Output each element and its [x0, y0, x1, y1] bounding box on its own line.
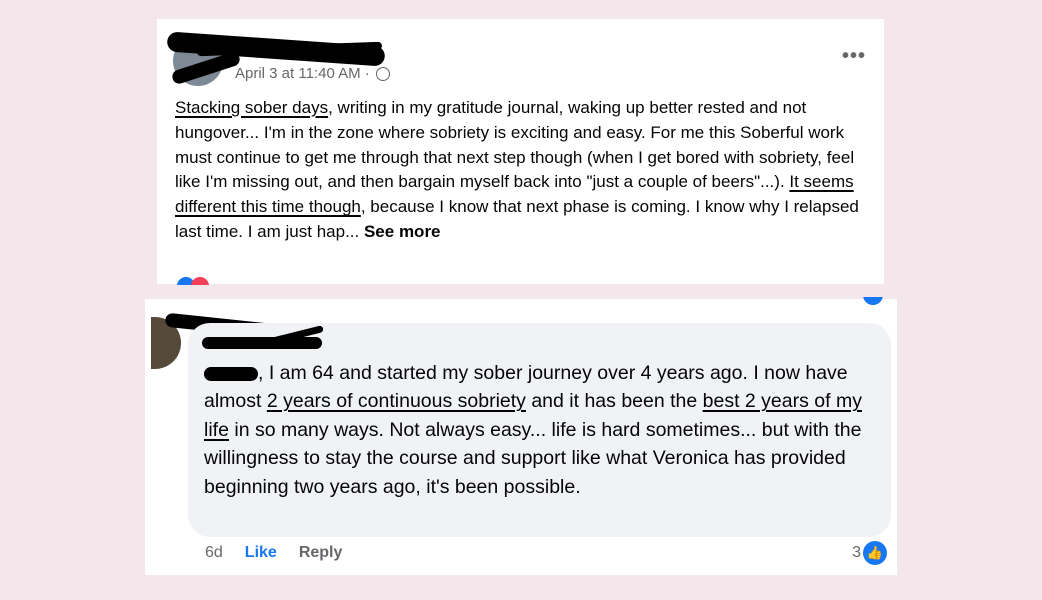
like-button[interactable]: Like	[245, 544, 277, 562]
comment-actions: 6d Like Reply	[205, 544, 342, 562]
post-text: Stacking sober days, writing in my grati…	[175, 96, 875, 245]
see-more-link[interactable]: See more	[364, 222, 441, 241]
post-meta: April 3 at 11:40 AM ·	[235, 65, 390, 82]
public-audience-icon	[375, 66, 390, 81]
more-options-button[interactable]: •••	[842, 45, 866, 68]
like-count-number: 3	[852, 544, 861, 561]
comment-like-count[interactable]: 3 👍	[852, 541, 887, 565]
post-text-underlined: Stacking sober days	[175, 98, 329, 117]
comment-time[interactable]: 6d	[205, 544, 223, 562]
comment-text: , I am 64 and started my sober journey o…	[204, 359, 879, 501]
comment-card: , I am 64 and started my sober journey o…	[145, 297, 897, 575]
reaction-icons[interactable]	[177, 277, 213, 285]
mention-redaction	[204, 366, 258, 381]
comment-text-segment: and it has been the	[525, 390, 703, 413]
comment-text-underlined: 2 years of continuous sobriety	[266, 390, 526, 413]
reaction-icon-peek	[863, 297, 883, 305]
love-reaction-icon	[191, 277, 209, 285]
comment-bubble: , I am 64 and started my sober journey o…	[188, 323, 891, 537]
post-timestamp[interactable]: April 3 at 11:40 AM ·	[235, 65, 370, 82]
comment-text-segment: in so many ways. Not always easy... life…	[204, 418, 862, 498]
post-card: April 3 at 11:40 AM · ••• Stacking sober…	[157, 19, 884, 285]
reply-button[interactable]: Reply	[299, 544, 343, 562]
thumbs-up-icon: 👍	[863, 541, 887, 565]
